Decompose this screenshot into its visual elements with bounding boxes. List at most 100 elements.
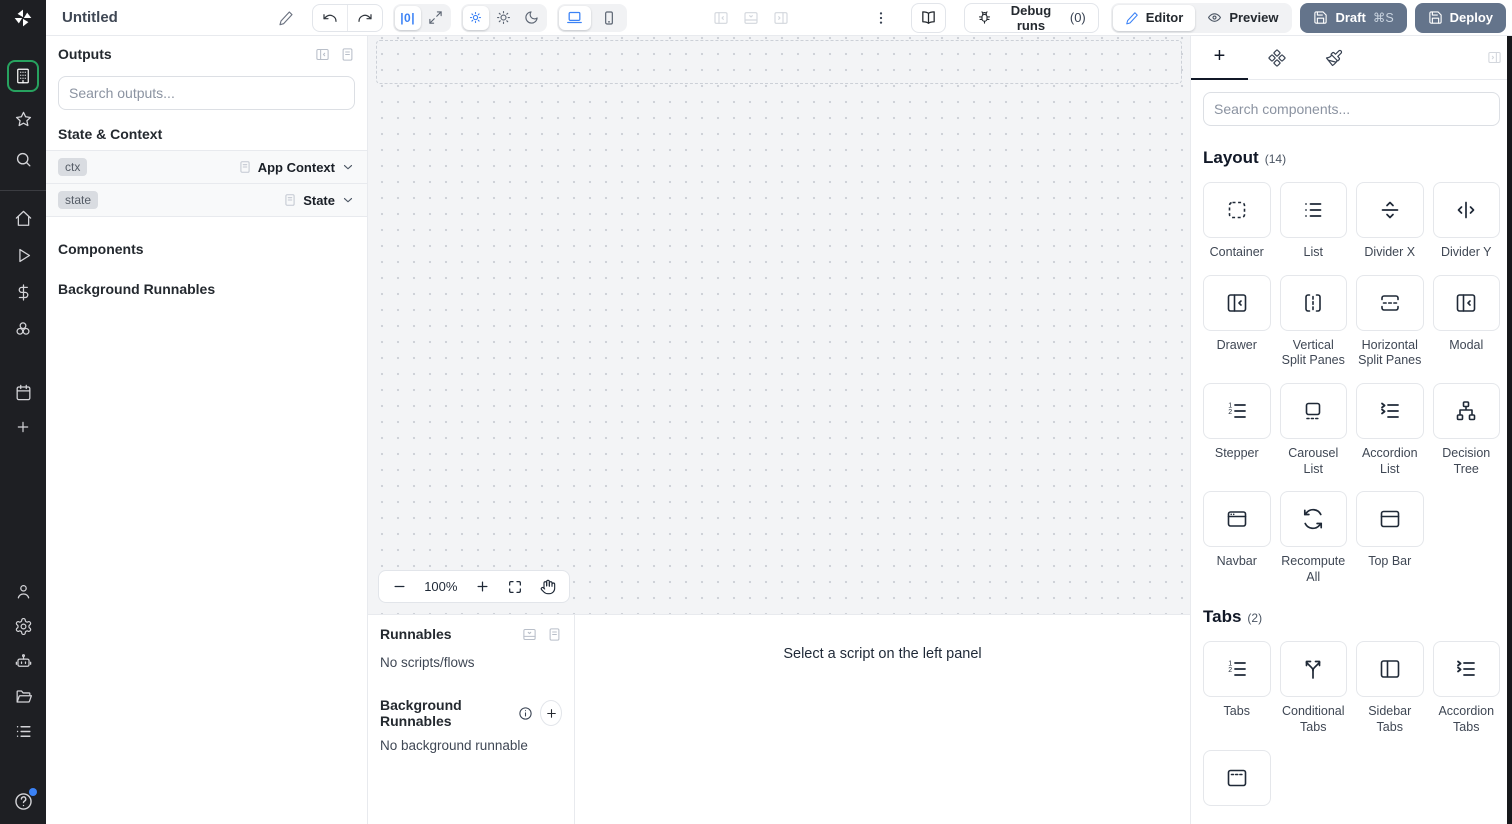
editor-tab[interactable]: Editor xyxy=(1112,4,1196,31)
nav-runs[interactable] xyxy=(6,240,40,270)
theme-toggle xyxy=(460,3,547,32)
nav-schedules[interactable] xyxy=(6,377,40,407)
windmill-logo-icon[interactable] xyxy=(0,0,46,36)
nav-apps-active[interactable] xyxy=(7,60,39,92)
fit-width-toggle[interactable]: |0| xyxy=(394,5,421,30)
clover-icon xyxy=(13,319,33,339)
preview-tab[interactable]: Preview xyxy=(1195,5,1290,31)
nav-search[interactable] xyxy=(6,144,40,174)
component-tile-decision-tree[interactable]: Decision Tree xyxy=(1432,382,1500,477)
component-tile-conditional-tabs[interactable]: Conditional Tabs xyxy=(1279,641,1347,735)
component-tile-accordion-tabs[interactable]: Accordion Tabs xyxy=(1432,641,1500,735)
zoom-in-button[interactable] xyxy=(475,579,490,594)
component-tile-drawer[interactable]: Drawer xyxy=(1203,274,1271,369)
accordion-list-icon xyxy=(1378,399,1402,423)
edit-title-pencil-icon[interactable] xyxy=(278,10,294,26)
component-tile-divider-x[interactable]: Divider X xyxy=(1356,182,1424,261)
nav-variables[interactable] xyxy=(6,277,40,307)
ctx-row[interactable]: ctx App Context xyxy=(46,151,367,184)
debug-runs-label: Debug runs xyxy=(1010,2,1052,33)
component-tile-tabs[interactable]: 12 Tabs xyxy=(1203,641,1271,735)
component-tile-recompute-all[interactable]: Recompute All xyxy=(1279,491,1347,585)
component-diamonds-icon xyxy=(1267,48,1286,67)
svg-text:2: 2 xyxy=(1228,668,1232,675)
play-icon xyxy=(14,246,33,265)
component-tile-vertical-split[interactable]: Vertical Split Panes xyxy=(1279,274,1347,369)
doc-panel-icon[interactable] xyxy=(340,47,355,62)
home-icon xyxy=(14,209,33,228)
panel-bottom-icon[interactable] xyxy=(743,10,759,26)
notification-dot xyxy=(29,788,37,796)
theme-dark-toggle[interactable] xyxy=(519,6,545,30)
component-tile-accordion-list[interactable]: Accordion List xyxy=(1356,382,1424,477)
docs-button[interactable] xyxy=(910,2,947,33)
decision-tree-icon xyxy=(1454,399,1478,423)
state-context-header: State & Context xyxy=(58,126,163,142)
tab-styling[interactable] xyxy=(1305,36,1362,80)
canvas-zoom-toolbar: 100% xyxy=(378,570,570,603)
tabs-section-title: Tabs xyxy=(1203,607,1242,627)
fit-view-button[interactable] xyxy=(507,579,523,595)
components-header: Components xyxy=(58,241,144,257)
debug-runs-button[interactable]: Debug runs (0) xyxy=(964,2,1099,33)
zoom-out-button[interactable] xyxy=(392,579,407,594)
component-tile-navbar[interactable]: Navbar xyxy=(1203,491,1271,585)
doc-icon xyxy=(283,193,297,207)
search-outputs-input[interactable] xyxy=(58,76,355,110)
state-type-label: State xyxy=(303,192,335,208)
theme-light-toggle[interactable] xyxy=(491,6,517,30)
nav-logs[interactable] xyxy=(6,716,40,746)
component-tile-horizontal-split[interactable]: Horizontal Split Panes xyxy=(1356,274,1424,369)
chevron-down-icon[interactable] xyxy=(341,193,355,207)
nav-more[interactable] xyxy=(6,412,40,442)
theme-auto-toggle[interactable] xyxy=(462,5,489,30)
nav-folders[interactable] xyxy=(6,681,40,711)
nav-help[interactable] xyxy=(6,786,40,816)
ctx-type-label: App Context xyxy=(257,159,335,175)
sidebar-divider xyxy=(0,190,46,191)
search-components-input[interactable] xyxy=(1203,92,1500,126)
panel-right-icon[interactable] xyxy=(773,10,789,26)
search-icon xyxy=(14,150,33,169)
component-tile-modal[interactable]: Modal xyxy=(1432,274,1500,369)
canvas-dropzone[interactable] xyxy=(376,40,1182,84)
component-tile-partial[interactable] xyxy=(1203,749,1271,806)
vertical-split-icon xyxy=(1301,291,1325,315)
draft-label: Draft xyxy=(1335,10,1366,25)
right-scrollbar[interactable] xyxy=(1507,36,1512,824)
nav-workers[interactable] xyxy=(6,646,40,676)
add-background-runnable-button[interactable] xyxy=(540,700,562,726)
nav-favorites[interactable] xyxy=(6,104,40,134)
state-row[interactable]: state State xyxy=(46,184,367,217)
redo-button[interactable] xyxy=(347,4,381,31)
nav-resources[interactable] xyxy=(6,314,40,344)
component-tile-container[interactable]: Container xyxy=(1203,182,1271,261)
more-menu-kebab-icon[interactable] xyxy=(873,10,889,26)
pan-button[interactable] xyxy=(540,579,556,595)
app-canvas[interactable]: 100% xyxy=(368,36,1190,614)
draft-save-button[interactable]: Draft ⌘S xyxy=(1300,2,1407,33)
component-tile-sidebar-tabs[interactable]: Sidebar Tabs xyxy=(1356,641,1424,735)
chevron-down-icon[interactable] xyxy=(341,160,355,174)
nav-user[interactable] xyxy=(6,576,40,606)
expand-toggle[interactable] xyxy=(423,6,449,30)
component-tile-carousel-list[interactable]: Carousel List xyxy=(1279,382,1347,477)
doc-panel-icon[interactable] xyxy=(547,627,562,642)
collapse-right-panel-icon[interactable] xyxy=(1487,50,1502,65)
component-tile-stepper[interactable]: 12 Stepper xyxy=(1203,382,1271,477)
collapse-bottom-icon[interactable] xyxy=(522,627,537,642)
nav-home[interactable] xyxy=(6,203,40,233)
mobile-toggle[interactable] xyxy=(593,6,625,30)
panel-left-icon[interactable] xyxy=(713,10,729,26)
undo-button[interactable] xyxy=(313,5,347,31)
component-tile-list[interactable]: List xyxy=(1279,182,1347,261)
deploy-button[interactable]: Deploy xyxy=(1414,2,1506,33)
desktop-toggle[interactable] xyxy=(558,5,591,30)
tab-component-settings[interactable] xyxy=(1248,36,1305,80)
collapse-panel-icon[interactable] xyxy=(315,47,330,62)
component-tile-divider-y[interactable]: Divider Y xyxy=(1432,182,1500,261)
tab-insert-component[interactable]: + xyxy=(1191,36,1248,80)
component-tile-top-bar[interactable]: Top Bar xyxy=(1356,491,1424,585)
nav-settings[interactable] xyxy=(6,611,40,641)
plus-tab-icon: + xyxy=(1213,44,1226,67)
